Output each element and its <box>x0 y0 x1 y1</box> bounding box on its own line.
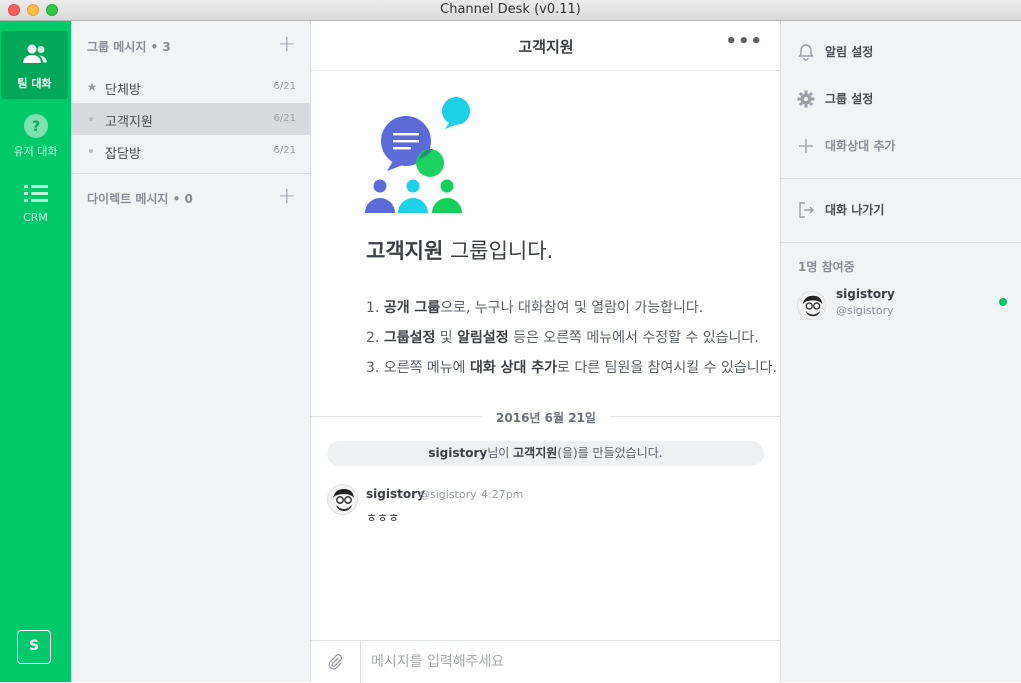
leave-chat-label: 대화 나가기 <box>825 203 885 217</box>
intro-title: 고객지원 그룹입니다. <box>366 239 554 263</box>
section-divider <box>71 173 310 174</box>
add-participant-button[interactable]: 대화상대 추가 <box>781 125 1021 165</box>
title-bar: Channel Desk (v0.11) <box>0 0 1021 21</box>
message-handle: @sigistory <box>419 488 477 501</box>
leave-chat-button[interactable]: 대화 나가기 <box>781 189 1021 229</box>
dot-icon <box>89 149 93 153</box>
message-timestamp: 4:27pm <box>481 488 524 501</box>
channel-name: 잡담방 <box>105 147 141 162</box>
intro-line-2: 2. 그룹설정 및 알림설정 등은 오른쪽 메뉴에서 수정할 수 있습니다. <box>366 330 759 346</box>
question-icon: ? <box>23 114 48 138</box>
avatar[interactable] <box>327 484 358 515</box>
plus-icon <box>799 139 813 153</box>
channel-item-selected[interactable]: 고객지원 6/21 <box>71 103 310 135</box>
participants-count: 1명 참여중 <box>798 260 855 274</box>
notification-settings-button[interactable]: 알림 설정 <box>781 31 1021 71</box>
online-status-dot <box>999 298 1007 306</box>
participant-handle: @sigistory <box>836 304 894 317</box>
more-options-button[interactable]: ••• <box>725 31 763 52</box>
add-group-button[interactable]: + <box>278 34 296 56</box>
message-composer <box>311 640 781 683</box>
direct-messages-header: 다이렉트 메시지 • 0 <box>87 192 193 206</box>
svg-text:?: ? <box>31 119 39 135</box>
channel-item[interactable]: ★ 단체방 6/21 <box>71 71 310 103</box>
bell-icon <box>798 44 814 61</box>
dot-icon <box>89 117 93 121</box>
intro-line-1: 1. 공개 그룹으로, 누구나 대화참여 및 열람이 가능합니다. <box>366 300 704 316</box>
add-participant-label: 대화상대 추가 <box>825 139 896 153</box>
group-settings-label: 그룹 설정 <box>825 92 874 106</box>
app-window: Channel Desk (v0.11) 팀 대화 ? 유저 대화 CRM S … <box>0 0 1021 683</box>
workspace-badge[interactable]: S <box>17 630 51 664</box>
channel-name: 고객지원 <box>105 115 153 130</box>
rail-label-user-chat: 유저 대화 <box>13 145 58 158</box>
team-icon <box>22 44 47 63</box>
message-text: ㅎㅎㅎ <box>366 511 400 525</box>
rail-label-crm: CRM <box>23 211 48 224</box>
avatar[interactable] <box>797 291 826 320</box>
channel-date: 6/21 <box>273 113 296 124</box>
details-panel: 알림 설정 그룹 설정 대화상대 추가 대화 나가기 1명 참여중 sigist… <box>780 21 1021 682</box>
gear-icon <box>797 90 815 108</box>
participant-name[interactable]: sigistory <box>836 287 895 301</box>
nav-rail: 팀 대화 ? 유저 대화 CRM S <box>0 21 71 682</box>
avatar-face-icon <box>802 295 823 317</box>
system-message: sigistory님이 고객지원(을)를 만들었습니다. <box>327 441 764 466</box>
channel-name: 단체방 <box>105 83 141 98</box>
composer-divider <box>360 641 361 683</box>
conversation-title: 고객지원 <box>518 38 574 56</box>
panel-divider <box>781 178 1021 179</box>
group-messages-header: 그룹 메시지 • 3 <box>87 40 171 54</box>
channel-list: 그룹 메시지 • 3 + ★ 단체방 6/21 고객지원 6/21 잡담방 6/… <box>71 21 311 682</box>
message-author[interactable]: sigistory <box>366 487 425 501</box>
rail-item-user-chat[interactable]: ? 유저 대화 <box>0 109 71 177</box>
conversation-panel: 고객지원 ••• 고객지원 그룹입니다. 1. 공개 그룹으로, 누구나 대화참… <box>311 21 781 683</box>
rail-item-crm[interactable]: CRM <box>0 179 71 247</box>
avatar-face-icon <box>333 489 354 511</box>
panel-divider <box>781 242 1021 243</box>
window-title: Channel Desk (v0.11) <box>440 2 581 17</box>
channel-date: 6/21 <box>273 81 296 92</box>
channel-date: 6/21 <box>273 145 296 156</box>
conversation-header: 고객지원 ••• <box>311 21 781 71</box>
date-separator: 2016년 6월 21일 <box>311 407 781 426</box>
intro-line-3: 3. 오른쪽 메뉴에 대화 상대 추가로 다른 팀원을 참여시킬 수 있습니다. <box>366 360 777 376</box>
add-direct-button[interactable]: + <box>278 186 296 208</box>
group-chat-illustration-icon <box>365 97 470 213</box>
channel-item[interactable]: 잡담방 6/21 <box>71 135 310 167</box>
list-icon <box>23 185 48 202</box>
star-icon: ★ <box>86 80 98 94</box>
notification-settings-label: 알림 설정 <box>825 45 874 59</box>
exit-icon <box>799 202 814 218</box>
group-settings-button[interactable]: 그룹 설정 <box>781 78 1021 118</box>
paperclip-icon[interactable] <box>326 653 344 671</box>
rail-item-team-chat[interactable]: 팀 대화 <box>1 31 68 99</box>
rail-label-team-chat: 팀 대화 <box>17 77 52 90</box>
message-input[interactable] <box>371 650 761 674</box>
